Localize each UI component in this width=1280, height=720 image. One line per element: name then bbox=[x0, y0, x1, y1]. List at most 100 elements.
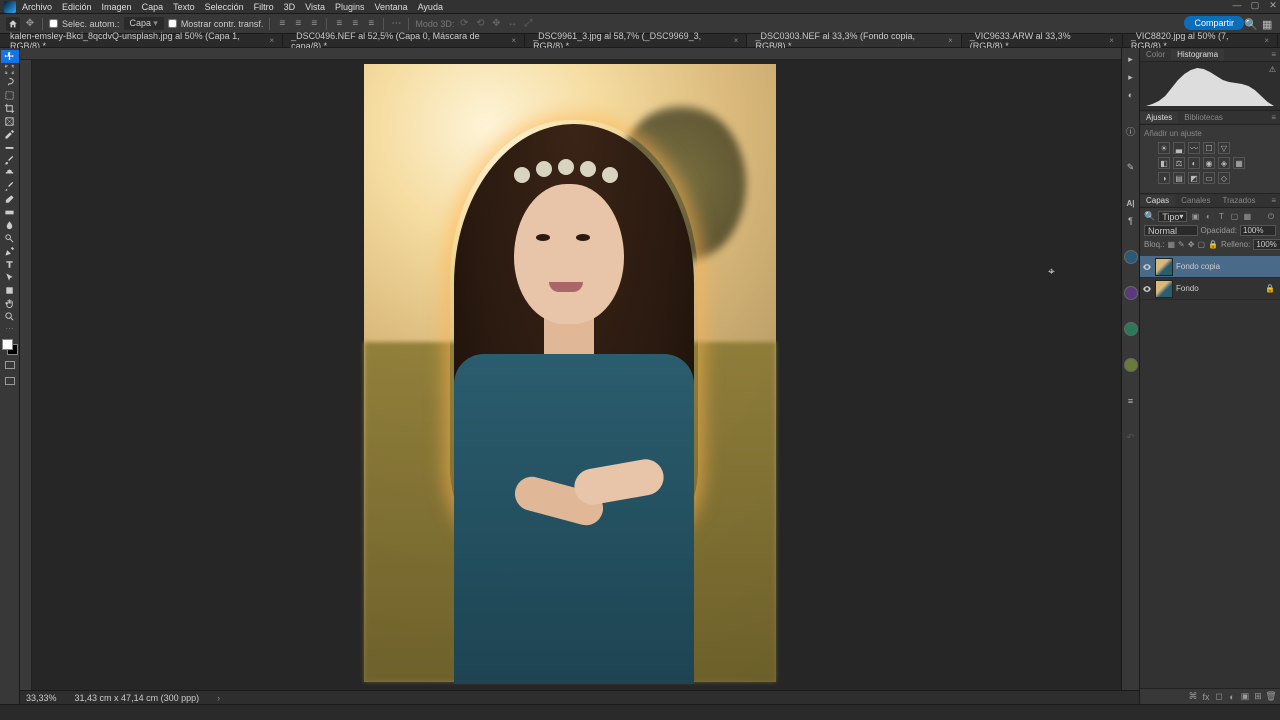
frame-tool[interactable] bbox=[1, 115, 19, 128]
brightness-adjust-icon[interactable]: ☀ bbox=[1158, 142, 1170, 154]
document-tab[interactable]: _VIC8820.jpg al 50% (7, RGB/8) *× bbox=[1123, 34, 1278, 47]
window-close-icon[interactable]: ✕ bbox=[1268, 0, 1278, 10]
selective-color-adjust-icon[interactable]: ◇ bbox=[1218, 172, 1230, 184]
color-swatches[interactable] bbox=[2, 339, 18, 355]
close-tab-icon[interactable]: × bbox=[948, 36, 953, 45]
tab-canales[interactable]: Canales bbox=[1175, 195, 1216, 206]
channel-mixer-adjust-icon[interactable]: ◈ bbox=[1218, 157, 1230, 169]
window-maximize-icon[interactable]: ▢ bbox=[1250, 0, 1260, 10]
screen-mode-icon[interactable] bbox=[3, 375, 17, 387]
close-tab-icon[interactable]: × bbox=[734, 36, 739, 45]
filter-adjust-icon[interactable]: ◐ bbox=[1203, 212, 1213, 222]
layer-name[interactable]: Fondo bbox=[1176, 284, 1199, 293]
eyedropper-tool[interactable] bbox=[1, 128, 19, 141]
filter-type-icon[interactable]: T bbox=[1216, 212, 1226, 222]
lookup-adjust-icon[interactable]: ▦ bbox=[1233, 157, 1245, 169]
menu-plugins[interactable]: Plugins bbox=[335, 2, 365, 12]
adjustments-panel-icon[interactable]: ◐ bbox=[1124, 88, 1138, 102]
menu-imagen[interactable]: Imagen bbox=[102, 2, 132, 12]
type-tool[interactable] bbox=[1, 258, 19, 271]
tab-bibliotecas[interactable]: Bibliotecas bbox=[1178, 112, 1229, 123]
menu-texto[interactable]: Texto bbox=[173, 2, 195, 12]
history-panel-icon[interactable]: ↶ bbox=[1124, 430, 1138, 444]
clone-stamp-tool[interactable] bbox=[1, 167, 19, 180]
align-bottom-icon[interactable]: ≡ bbox=[365, 18, 377, 30]
status-more-icon[interactable]: › bbox=[217, 693, 220, 703]
document-dims-readout[interactable]: 31,43 cm x 47,14 cm (300 ppp) bbox=[75, 693, 200, 703]
tab-color[interactable]: Color bbox=[1140, 49, 1171, 60]
ruler-vertical[interactable] bbox=[20, 60, 32, 690]
layer-filter-dropdown[interactable]: Tipo ▾ bbox=[1158, 211, 1187, 222]
menu-3d[interactable]: 3D bbox=[284, 2, 296, 12]
crop-tool[interactable] bbox=[1, 102, 19, 115]
tab-ajustes[interactable]: Ajustes bbox=[1140, 112, 1178, 123]
canvas-area[interactable] bbox=[32, 60, 1139, 690]
new-layer-icon[interactable]: ⊞ bbox=[1253, 692, 1263, 702]
threshold-adjust-icon[interactable]: ◩ bbox=[1188, 172, 1200, 184]
marquee-tool[interactable] bbox=[1, 63, 19, 76]
layer-row[interactable]: Fondo 🔒 bbox=[1140, 278, 1280, 300]
character-panel-icon[interactable]: A| bbox=[1124, 196, 1138, 210]
pen-tool[interactable] bbox=[1, 245, 19, 258]
panel-menu-icon[interactable]: ≡ bbox=[1265, 112, 1280, 123]
filter-shape-icon[interactable]: ▢ bbox=[1229, 212, 1239, 222]
ruler-horizontal[interactable] bbox=[20, 48, 1139, 60]
quick-mask-icon[interactable] bbox=[3, 359, 17, 371]
levels-adjust-icon[interactable]: ▃ bbox=[1173, 142, 1185, 154]
align-center-h-icon[interactable]: ≡ bbox=[292, 18, 304, 30]
brush-panel-icon[interactable]: ✎ bbox=[1124, 160, 1138, 174]
cc-library-icon[interactable] bbox=[1124, 286, 1138, 300]
lock-all-icon[interactable]: 🔒 bbox=[1208, 240, 1218, 250]
menu-archivo[interactable]: Archivo bbox=[22, 2, 52, 12]
invert-adjust-icon[interactable]: ◑ bbox=[1158, 172, 1170, 184]
menu-ayuda[interactable]: Ayuda bbox=[418, 2, 443, 12]
edit-toolbar-icon[interactable]: ⋯ bbox=[1, 323, 19, 333]
align-right-icon[interactable]: ≡ bbox=[308, 18, 320, 30]
lock-trans-icon[interactable]: ▦ bbox=[1167, 240, 1175, 250]
document-tab[interactable]: _DSC0496.NEF al 52,5% (Capa 0, Máscara d… bbox=[283, 34, 525, 47]
lasso-tool[interactable] bbox=[1, 76, 19, 89]
delete-layer-icon[interactable]: 🗑 bbox=[1266, 692, 1276, 702]
zoom-tool[interactable] bbox=[1, 310, 19, 323]
lock-nested-icon[interactable]: ▢ bbox=[1197, 240, 1205, 250]
align-left-icon[interactable]: ≡ bbox=[276, 18, 288, 30]
3d-zoom-icon[interactable]: ⤢ bbox=[522, 18, 534, 30]
panel-menu-icon[interactable]: ≡ bbox=[1265, 49, 1280, 60]
document-tab[interactable]: _DSC9961_3.jpg al 58,7% (_DSC9969_3, RGB… bbox=[525, 34, 747, 47]
select-target-dropdown[interactable]: Capa ▾ bbox=[124, 17, 164, 30]
window-minimize-icon[interactable]: — bbox=[1232, 0, 1242, 10]
menu-seleccion[interactable]: Selección bbox=[205, 2, 244, 12]
curves-adjust-icon[interactable]: 〰 bbox=[1188, 142, 1200, 154]
history-brush-tool[interactable] bbox=[1, 180, 19, 193]
filter-smart-icon[interactable]: ▦ bbox=[1242, 212, 1252, 222]
shape-tool[interactable] bbox=[1, 284, 19, 297]
adjustment-layer-icon[interactable]: ◐ bbox=[1227, 692, 1237, 702]
expand-panel-icon[interactable]: ▸ bbox=[1124, 52, 1138, 66]
layer-row[interactable]: Fondo copia bbox=[1140, 256, 1280, 278]
healing-brush-tool[interactable] bbox=[1, 141, 19, 154]
exposure-adjust-icon[interactable]: ☐ bbox=[1203, 142, 1215, 154]
close-tab-icon[interactable]: × bbox=[511, 36, 516, 45]
blend-mode-dropdown[interactable]: Normal bbox=[1144, 225, 1198, 236]
color-balance-adjust-icon[interactable]: ⚖ bbox=[1173, 157, 1185, 169]
more-align-icon[interactable]: ⋯ bbox=[390, 18, 402, 30]
actions-panel-icon[interactable]: ≡ bbox=[1124, 394, 1138, 408]
plugin-icon[interactable] bbox=[1124, 322, 1138, 336]
layer-visibility-icon[interactable] bbox=[1142, 284, 1152, 294]
object-select-tool[interactable] bbox=[1, 89, 19, 102]
photo-filter-adjust-icon[interactable]: ◉ bbox=[1203, 157, 1215, 169]
hand-tool[interactable] bbox=[1, 297, 19, 310]
3d-pan-icon[interactable]: ✥ bbox=[490, 18, 502, 30]
menu-filtro[interactable]: Filtro bbox=[254, 2, 274, 12]
auto-select-checkbox[interactable] bbox=[49, 19, 58, 28]
show-transform-checkbox[interactable] bbox=[168, 19, 177, 28]
menu-ventana[interactable]: Ventana bbox=[375, 2, 408, 12]
menu-capa[interactable]: Capa bbox=[142, 2, 164, 12]
plugin2-icon[interactable] bbox=[1124, 358, 1138, 372]
search-icon[interactable]: 🔍 bbox=[1144, 211, 1155, 222]
group-layers-icon[interactable]: ▣ bbox=[1240, 692, 1250, 702]
layer-name[interactable]: Fondo copia bbox=[1176, 262, 1220, 271]
lock-pixels-icon[interactable]: ✎ bbox=[1178, 240, 1185, 250]
close-tab-icon[interactable]: × bbox=[1264, 36, 1269, 45]
tab-histogram[interactable]: Histograma bbox=[1171, 49, 1224, 60]
